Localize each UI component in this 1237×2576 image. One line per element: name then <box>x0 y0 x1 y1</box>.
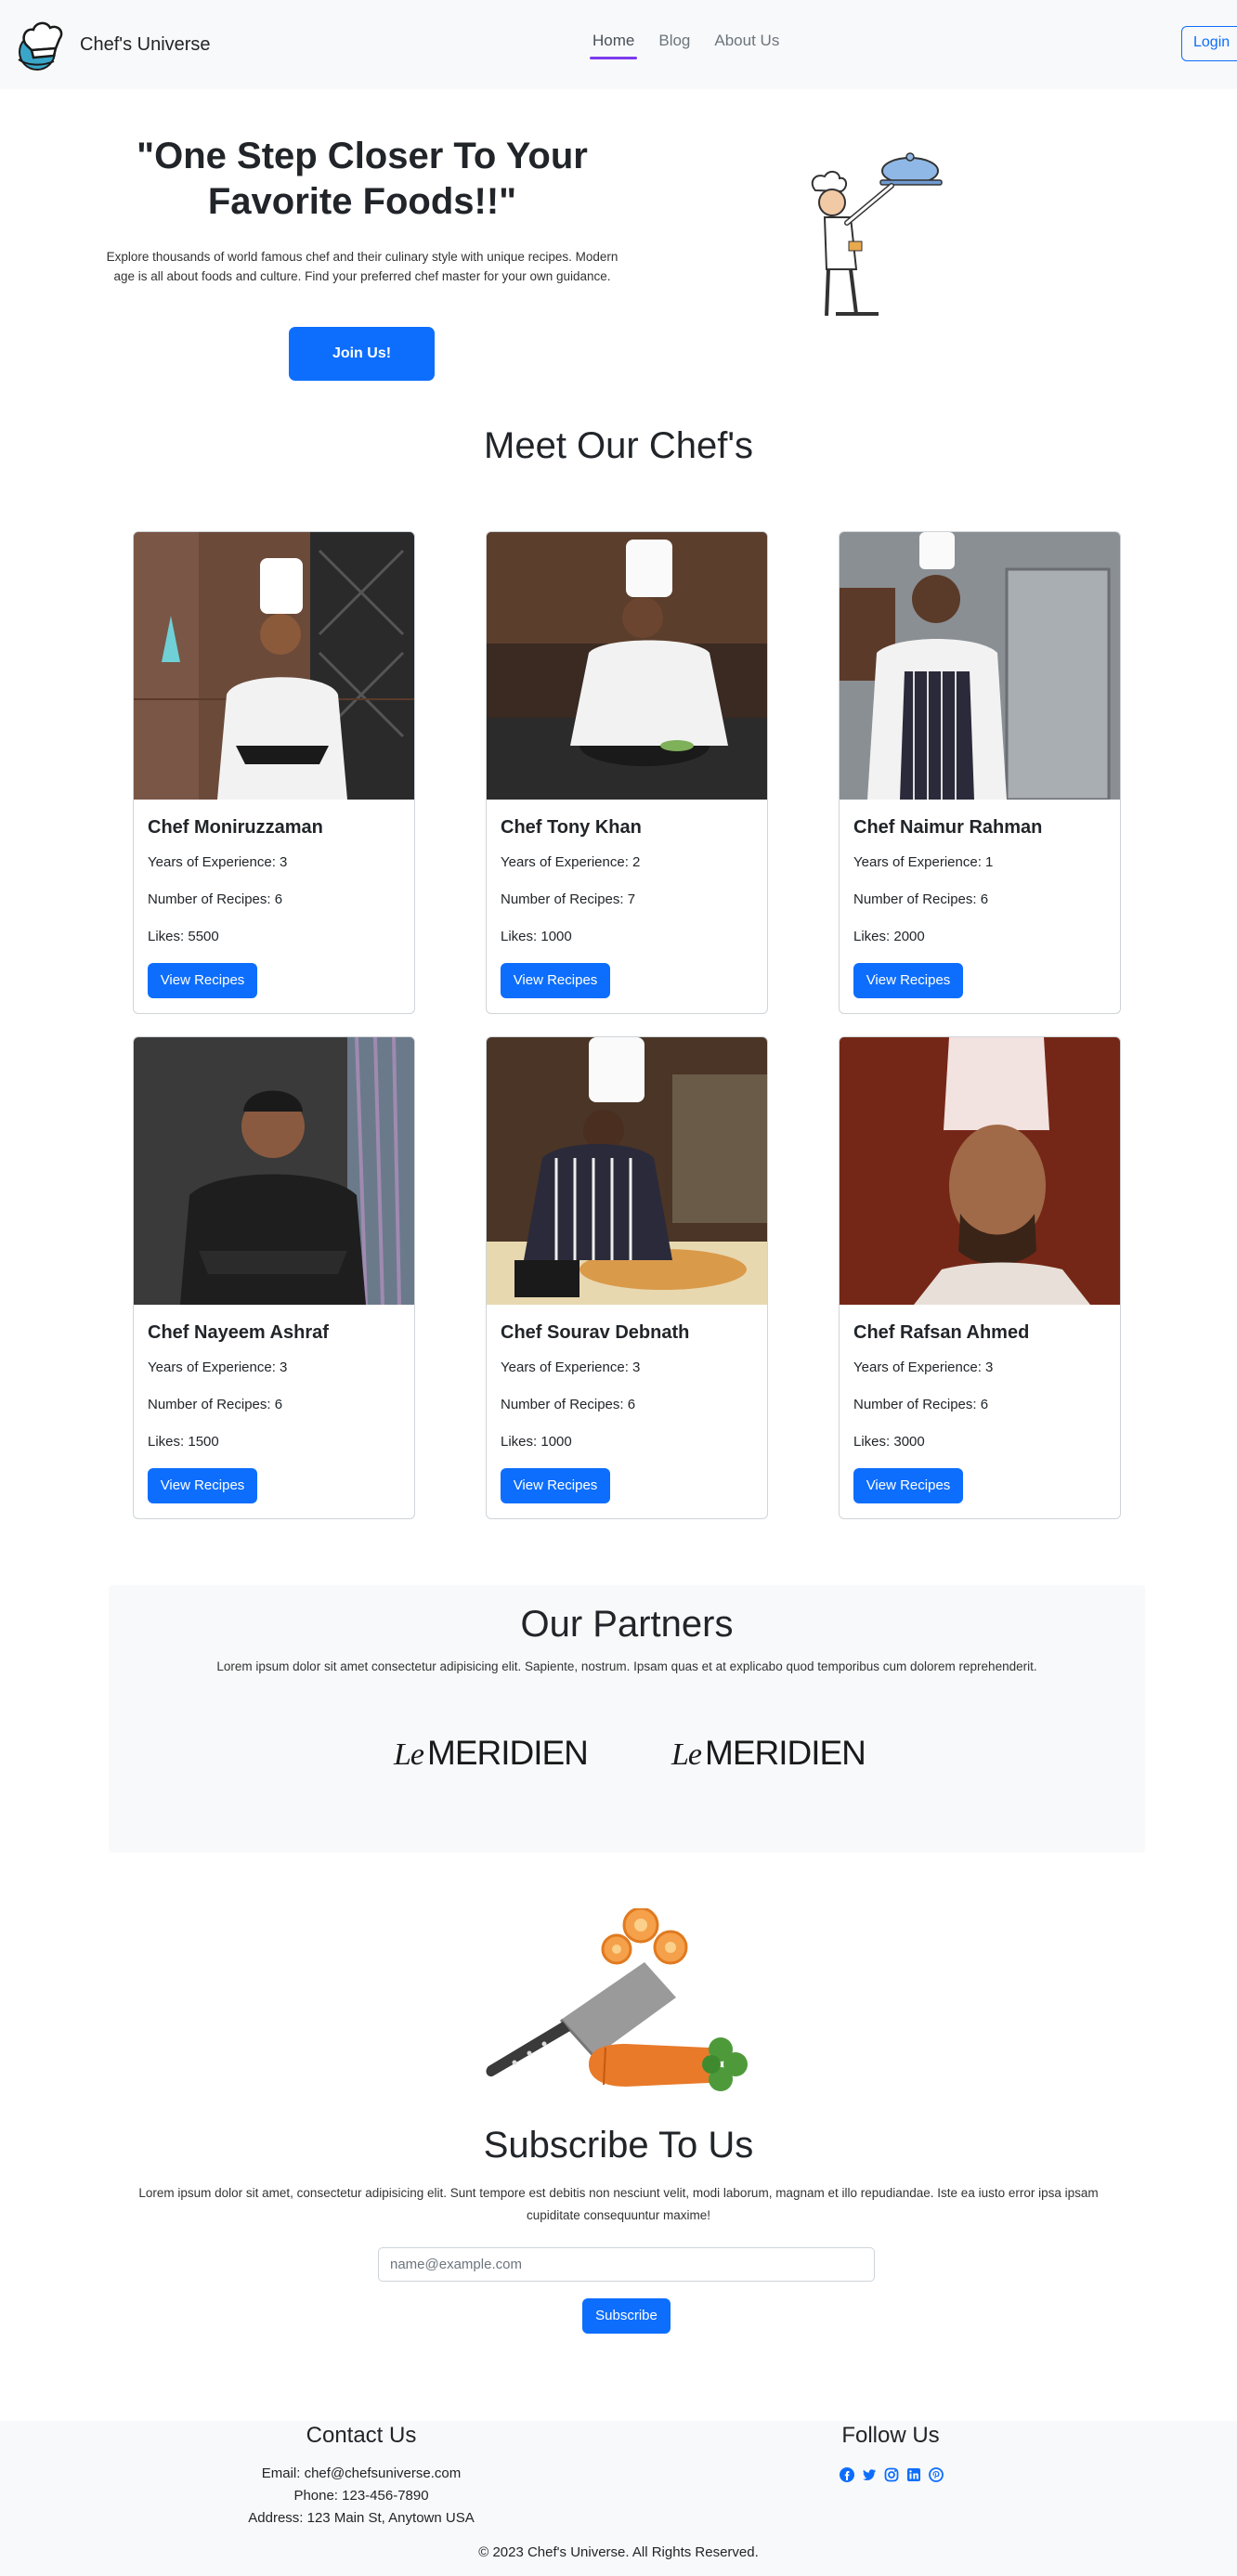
view-recipes-button[interactable]: View Recipes <box>148 1468 257 1503</box>
view-recipes-button[interactable]: View Recipes <box>853 963 963 998</box>
follow-title: Follow Us <box>841 2423 940 2448</box>
nav-links: Home Blog About Us <box>589 32 803 59</box>
chef-experience: Years of Experience: 3 <box>853 1360 994 1375</box>
brand-name: Chef's Universe <box>80 33 211 55</box>
subscribe-text: Lorem ipsum dolor sit amet, consectetur … <box>138 2186 1099 2222</box>
chef-experience: Years of Experience: 2 <box>501 854 641 870</box>
knife-carrot-illustration <box>486 1908 748 2091</box>
chef-photo <box>487 1037 767 1305</box>
chef-likes: Likes: 5500 <box>148 929 219 944</box>
view-recipes-button[interactable]: View Recipes <box>501 1468 610 1503</box>
twitter-icon[interactable] <box>862 2467 877 2482</box>
partners-section: Our Partners Lorem ipsum dolor sit amet … <box>109 1585 1145 1853</box>
subscribe-button[interactable]: Subscribe <box>582 2298 671 2334</box>
chef-name: Chef Tony Khan <box>501 817 642 838</box>
view-recipes-button[interactable]: View Recipes <box>148 963 257 998</box>
hero-text: Explore thousands of world famous chef a… <box>106 250 618 283</box>
partner-logo-name: MERIDIEN <box>427 1734 589 1772</box>
chef-recipes-count: Number of Recipes: 6 <box>148 1397 283 1412</box>
partner-logo[interactable]: Le MERIDIEN <box>671 1734 866 1773</box>
login-button[interactable]: Login <box>1181 26 1237 61</box>
contact-address: Address: 123 Main St, Anytown USA <box>248 2510 475 2526</box>
pinterest-icon[interactable] <box>929 2467 944 2482</box>
chef-hat-logo-icon <box>18 21 63 71</box>
nav-link-home[interactable]: Home <box>589 32 638 59</box>
chef-photo <box>840 532 1120 800</box>
partner-logo-name: MERIDIEN <box>705 1734 866 1772</box>
contact-email: Email: chef@chefsuniverse.com <box>261 2465 462 2481</box>
contact-title: Contact Us <box>306 2423 417 2448</box>
chef-name: Chef Nayeem Ashraf <box>148 1322 329 1343</box>
chef-experience: Years of Experience: 3 <box>148 1360 288 1375</box>
chef-with-cloche-illustration <box>811 152 943 317</box>
chef-name: Chef Naimur Rahman <box>853 817 1043 838</box>
chef-recipes-count: Number of Recipes: 6 <box>148 891 283 907</box>
facebook-icon[interactable] <box>840 2467 854 2482</box>
chef-name: Chef Sourav Debnath <box>501 1322 690 1343</box>
chef-card: Chef Sourav Debnath Years of Experience:… <box>486 1036 768 1519</box>
navbar: Chef's Universe Home Blog About Us Login <box>0 0 1237 89</box>
chef-experience: Years of Experience: 3 <box>148 854 288 870</box>
partner-logo[interactable]: Le MERIDIEN <box>394 1734 589 1773</box>
join-us-button[interactable]: Join Us! <box>289 327 435 381</box>
view-recipes-button[interactable]: View Recipes <box>501 963 610 998</box>
social-links <box>840 2467 951 2482</box>
chef-card: Chef Nayeem Ashraf Years of Experience: … <box>133 1036 415 1519</box>
chef-name: Chef Rafsan Ahmed <box>853 1322 1030 1343</box>
chef-card: Chef Moniruzzaman Years of Experience: 3… <box>133 531 415 1014</box>
chef-recipes-count: Number of Recipes: 6 <box>501 1397 636 1412</box>
chef-recipes-count: Number of Recipes: 6 <box>853 1397 989 1412</box>
nav-link-blog[interactable]: Blog <box>658 32 690 59</box>
subscribe-title: Subscribe To Us <box>483 2125 754 2166</box>
chef-photo <box>840 1037 1120 1305</box>
chef-photo <box>487 532 767 800</box>
chef-card: Chef Rafsan Ahmed Years of Experience: 3… <box>839 1036 1121 1519</box>
footer: Contact Us Email: chef@chefsuniverse.com… <box>0 2421 1237 2576</box>
chef-likes: Likes: 1000 <box>501 1434 572 1450</box>
instagram-icon[interactable] <box>884 2467 899 2482</box>
partner-logo-prefix: Le <box>671 1737 702 1772</box>
chef-card: Chef Tony Khan Years of Experience: 2 Nu… <box>486 531 768 1014</box>
chef-name: Chef Moniruzzaman <box>148 817 323 838</box>
chef-card: Chef Naimur Rahman Years of Experience: … <box>839 531 1121 1014</box>
chef-photo <box>134 532 414 800</box>
chef-likes: Likes: 1500 <box>148 1434 219 1450</box>
partners-title: Our Partners <box>520 1604 734 1645</box>
chef-experience: Years of Experience: 1 <box>853 854 994 870</box>
chef-likes: Likes: 1000 <box>501 929 572 944</box>
linkedin-icon[interactable] <box>906 2467 921 2482</box>
view-recipes-button[interactable]: View Recipes <box>853 1468 963 1503</box>
contact-phone: Phone: 123-456-7890 <box>293 2488 429 2504</box>
nav-link-about-us[interactable]: About Us <box>714 32 779 59</box>
partner-logo-prefix: Le <box>394 1737 424 1772</box>
chef-photo <box>134 1037 414 1305</box>
partners-text: Lorem ipsum dolor sit amet consectetur a… <box>216 1659 1037 1673</box>
chefs-section-title: Meet Our Chef's <box>484 425 753 466</box>
hero-title: "One Step Closer To Your Favorite Foods!… <box>137 136 588 222</box>
chef-likes: Likes: 3000 <box>853 1434 925 1450</box>
chef-recipes-count: Number of Recipes: 6 <box>853 891 989 907</box>
chef-likes: Likes: 2000 <box>853 929 925 944</box>
copyright: © 2023 Chef's Universe. All Rights Reser… <box>478 2544 759 2560</box>
brand[interactable]: Chef's Universe <box>13 17 211 72</box>
chef-experience: Years of Experience: 3 <box>501 1360 641 1375</box>
email-input[interactable] <box>378 2247 875 2282</box>
chef-recipes-count: Number of Recipes: 7 <box>501 891 636 907</box>
